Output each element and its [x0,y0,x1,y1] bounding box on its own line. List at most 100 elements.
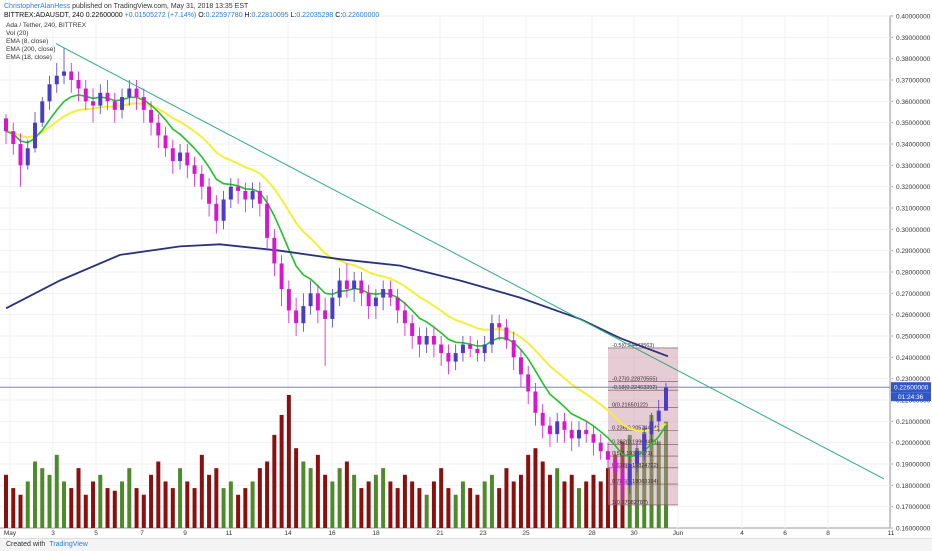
price-tick-label: 0.40000000 [896,14,931,21]
candle [112,101,117,110]
countdown-text: 01:24:36 [898,394,924,401]
candle [257,190,262,204]
candle [634,451,639,464]
candle [649,421,654,435]
candle [410,323,415,336]
volume-bar [178,468,183,528]
time-tick-label: 5 [94,530,98,537]
volume-bar [518,474,523,528]
legend-ema8[interactable]: EMA (8, close) [6,38,86,46]
candle [497,323,502,328]
volume-bar [257,468,262,528]
time-tick-label: 28 [588,530,596,537]
time-tick-label: 8 [826,530,830,537]
candle [656,410,661,422]
fib-level-label: 0.786(0.18063194) [612,479,659,485]
price-tick-label: 0.26000000 [896,312,931,319]
author-link[interactable]: ChristopherAlanHess [4,3,70,10]
volume-bar [468,488,473,528]
candle [25,148,30,166]
volume-bar [315,454,320,528]
volume-bar [76,468,81,528]
volume-bar [359,488,364,528]
candle [40,101,45,123]
candle [526,374,531,392]
candle [547,425,552,435]
candle [504,327,509,341]
volume-bar [584,481,589,528]
candle [352,280,357,290]
candle [47,84,52,102]
chart-header: ChristopherAlanHess published on Trading… [4,3,380,19]
price-tick-label: 0.27000000 [896,291,931,298]
volume-bar [410,481,415,528]
volume-bar [547,474,552,528]
candle [98,92,103,106]
price-tick-label: 0.20000000 [896,440,931,447]
volume-bar [533,448,538,528]
candle [265,203,270,238]
volume-bar [439,468,444,528]
volume-bar [569,474,574,528]
candle [308,293,313,307]
candle [627,464,632,486]
fib-level-label: -0.27(0.22870555) [612,376,657,382]
volume-bar [366,481,371,528]
volume-bar [388,481,393,528]
volume-bar [395,488,400,528]
volume-bar [11,488,16,528]
candle [366,293,371,307]
time-tick-label: 9 [183,530,187,537]
fib-level-label: 1(0.17082787) [612,500,648,506]
legend-vol[interactable]: Vol (20) [6,30,86,38]
candle [163,135,168,149]
last-price: 0.22600000 [85,12,123,19]
candle [330,297,335,319]
candle [584,429,589,435]
candle [91,101,96,106]
candle [533,391,538,413]
time-tick-label: 21 [436,530,444,537]
volume-bar [431,481,436,528]
candle [301,306,306,324]
price-chart[interactable]: 0.40000000 0.39000000 0.38000000 0.37000000… [0,0,932,538]
volume-bar [562,481,567,528]
volume-bar [98,474,103,528]
candle [236,186,241,191]
candle [605,451,610,460]
open-value: 0.22597780 [205,12,243,19]
current-price-text: 0.22600000 [894,385,929,392]
volume-bar [352,474,357,528]
candle [228,186,233,200]
volume-bar [185,481,190,528]
low-value: 0.22035298 [296,12,334,19]
legend-title[interactable]: Ada / Tether, 240, BITTREX [6,22,86,30]
candle [286,289,291,311]
candle [315,293,320,311]
volume-bar [453,494,458,528]
time-tick-label: Jun [673,530,684,537]
candle [337,280,342,298]
candle [4,118,8,132]
candle [439,344,444,354]
candle [279,263,284,290]
footer-bar: Created with TradingView [0,538,932,551]
candle [149,109,154,123]
candle [569,429,574,439]
tradingview-logo[interactable]: TradingView [49,541,88,548]
candle [62,71,67,76]
legend-ema18[interactable]: EMA (18, close) [6,54,86,62]
volume-bar [301,461,306,528]
legend-ema200[interactable]: EMA (200, close) [6,46,86,54]
candle [642,434,647,452]
ema200-line [5,243,669,358]
volume-bar [170,488,175,528]
volume-bar [250,481,255,528]
volume-bar [69,488,74,528]
price-tick-label: 0.21000000 [896,419,931,426]
time-tick-label: 4 [740,530,744,537]
candle [323,310,328,319]
time-tick-label: 7 [140,530,144,537]
volume-bar [243,488,248,528]
price-tick-label: 0.33000000 [896,163,931,170]
